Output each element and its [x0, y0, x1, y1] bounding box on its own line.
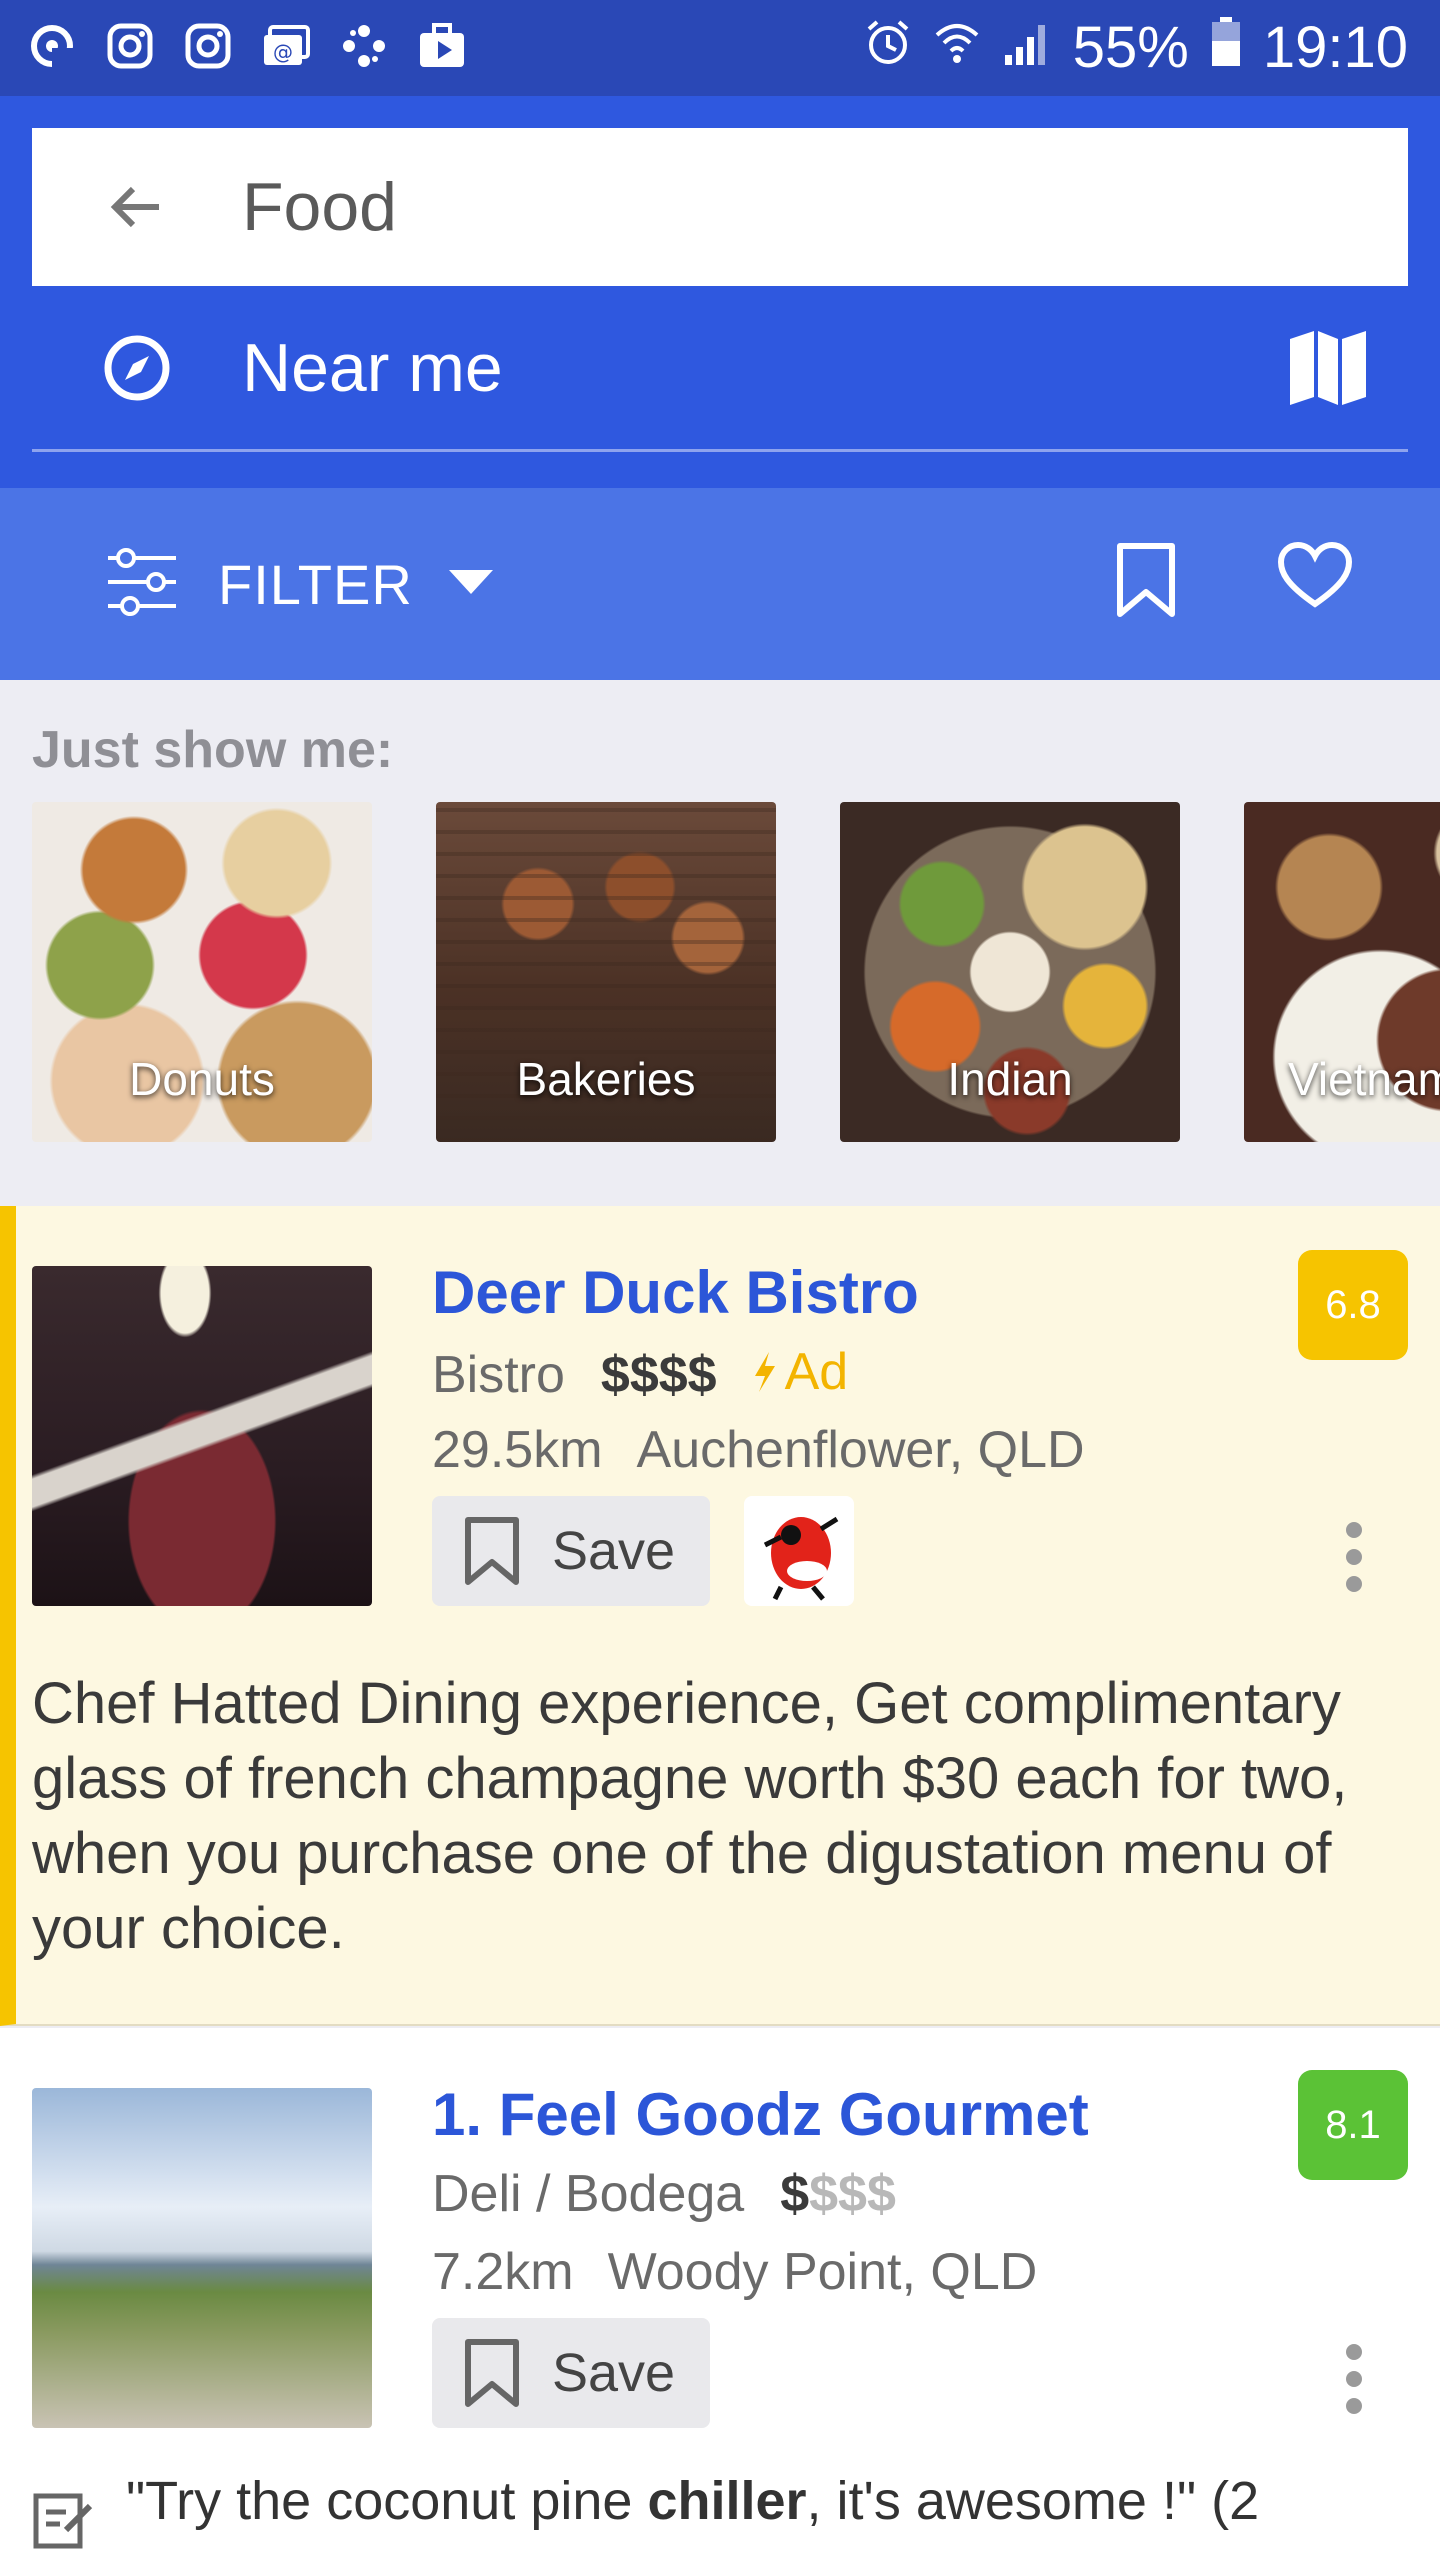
listing-distance: 29.5km	[432, 1421, 603, 1479]
save-button[interactable]: Save	[432, 2318, 710, 2428]
search-input[interactable]: Food	[32, 128, 1408, 286]
bookmark-icon	[465, 2339, 519, 2407]
ad-label: Ad	[784, 1343, 849, 1401]
listing-location: 29.5km Auchenflower, QLD	[432, 1420, 1085, 1480]
battery-icon	[1211, 14, 1241, 81]
listing-photo[interactable]	[32, 2088, 372, 2428]
rating-score: 8.1	[1298, 2070, 1408, 2180]
price-inactive: $$$	[809, 2165, 896, 2223]
battery-percent: 55%	[1072, 15, 1189, 80]
filter-bar: FILTER	[0, 488, 1440, 680]
listing-meta: Deli / Bodega $$$$	[432, 2164, 896, 2224]
category-indian[interactable]: Indian	[840, 802, 1180, 1142]
listing-card-ad[interactable]: Deer Duck Bistro Bistro $$$$ Ad 29.5km A…	[0, 1206, 1440, 2026]
heart-icon[interactable]	[1277, 541, 1353, 623]
listing-title[interactable]: 1. Feel Goodz Gourmet	[432, 2080, 1089, 2149]
category-carousel[interactable]: Donuts Bakeries Indian Vietnamese	[32, 802, 1440, 1142]
listing-distance: 7.2km	[432, 2243, 574, 2301]
filter-label: FILTER	[218, 552, 413, 616]
category-bakeries[interactable]: Bakeries	[436, 802, 776, 1142]
location-label[interactable]: Near me	[242, 329, 1248, 407]
compass-icon	[32, 334, 242, 402]
listing-meta: Bistro $$$$ Ad	[432, 1342, 848, 1405]
listing-location: 7.2km Woody Point, QLD	[432, 2242, 1037, 2302]
more-options-icon[interactable]	[1344, 1522, 1364, 1592]
listing-title[interactable]: Deer Duck Bistro	[432, 1258, 919, 1327]
note-edit-icon	[33, 2493, 93, 2549]
email-icon: @	[260, 20, 312, 72]
category-label: Donuts	[129, 1053, 275, 1105]
bookmark-icon[interactable]	[1114, 542, 1178, 623]
instagram-icon	[104, 20, 156, 72]
price-level: $$$$	[600, 1346, 717, 1404]
save-label: Save	[552, 2343, 676, 2403]
listing-category: Bistro	[432, 1346, 565, 1404]
vpn-key-icon	[26, 20, 78, 72]
listing-description: Chef Hatted Dining experience, Get compl…	[32, 1671, 1348, 1961]
listing-photo[interactable]	[32, 1266, 372, 1606]
price-active: $	[780, 2165, 810, 2223]
briefcase-icon	[416, 20, 468, 72]
instagram-icon	[182, 20, 234, 72]
back-arrow-icon[interactable]	[32, 177, 242, 237]
category-vietnamese[interactable]: Vietnamese	[1244, 802, 1440, 1142]
signal-icon	[1003, 14, 1051, 81]
filter-button[interactable]: FILTER	[104, 544, 493, 625]
tip-text: "Try the coconut pine chiller, it's awes…	[126, 2471, 1260, 2531]
app-icon	[338, 20, 390, 72]
rating-score: 6.8	[1298, 1250, 1408, 1360]
svg-text:@: @	[273, 40, 293, 64]
caret-down-icon	[448, 569, 493, 599]
category-label: Vietnamese	[1288, 1053, 1440, 1105]
chef-hat-badge	[744, 1496, 854, 1606]
listing-suburb: Woody Point, QLD	[607, 2243, 1038, 2301]
price-level: $$$$	[780, 2164, 896, 2224]
clock: 19:10	[1262, 15, 1408, 80]
ad-badge: Ad	[753, 1342, 849, 1402]
listing-tip: "Try the coconut pine chiller, it's awes…	[32, 2470, 1259, 2550]
bookmark-icon	[465, 1517, 519, 1585]
lightning-icon	[754, 1352, 775, 1392]
sliders-icon	[104, 544, 180, 625]
save-label: Save	[552, 1521, 676, 1581]
map-icon[interactable]	[1248, 330, 1408, 405]
category-label: Bakeries	[516, 1053, 696, 1105]
search-header: Food Near me	[0, 96, 1440, 488]
category-label: Indian	[947, 1053, 1073, 1105]
categories-heading: Just show me:	[32, 721, 394, 779]
status-bar: @ 55% 19:10	[0, 0, 1440, 96]
location-selector[interactable]: Near me	[32, 286, 1408, 452]
alarm-icon	[865, 14, 911, 81]
save-button[interactable]: Save	[432, 1496, 710, 1606]
more-options-icon[interactable]	[1344, 2344, 1364, 2414]
listing-suburb: Auchenflower, QLD	[636, 1421, 1085, 1479]
search-query[interactable]: Food	[242, 168, 397, 246]
category-donuts[interactable]: Donuts	[32, 802, 372, 1142]
listing-category: Deli / Bodega	[432, 2165, 745, 2223]
wifi-icon	[933, 14, 981, 81]
